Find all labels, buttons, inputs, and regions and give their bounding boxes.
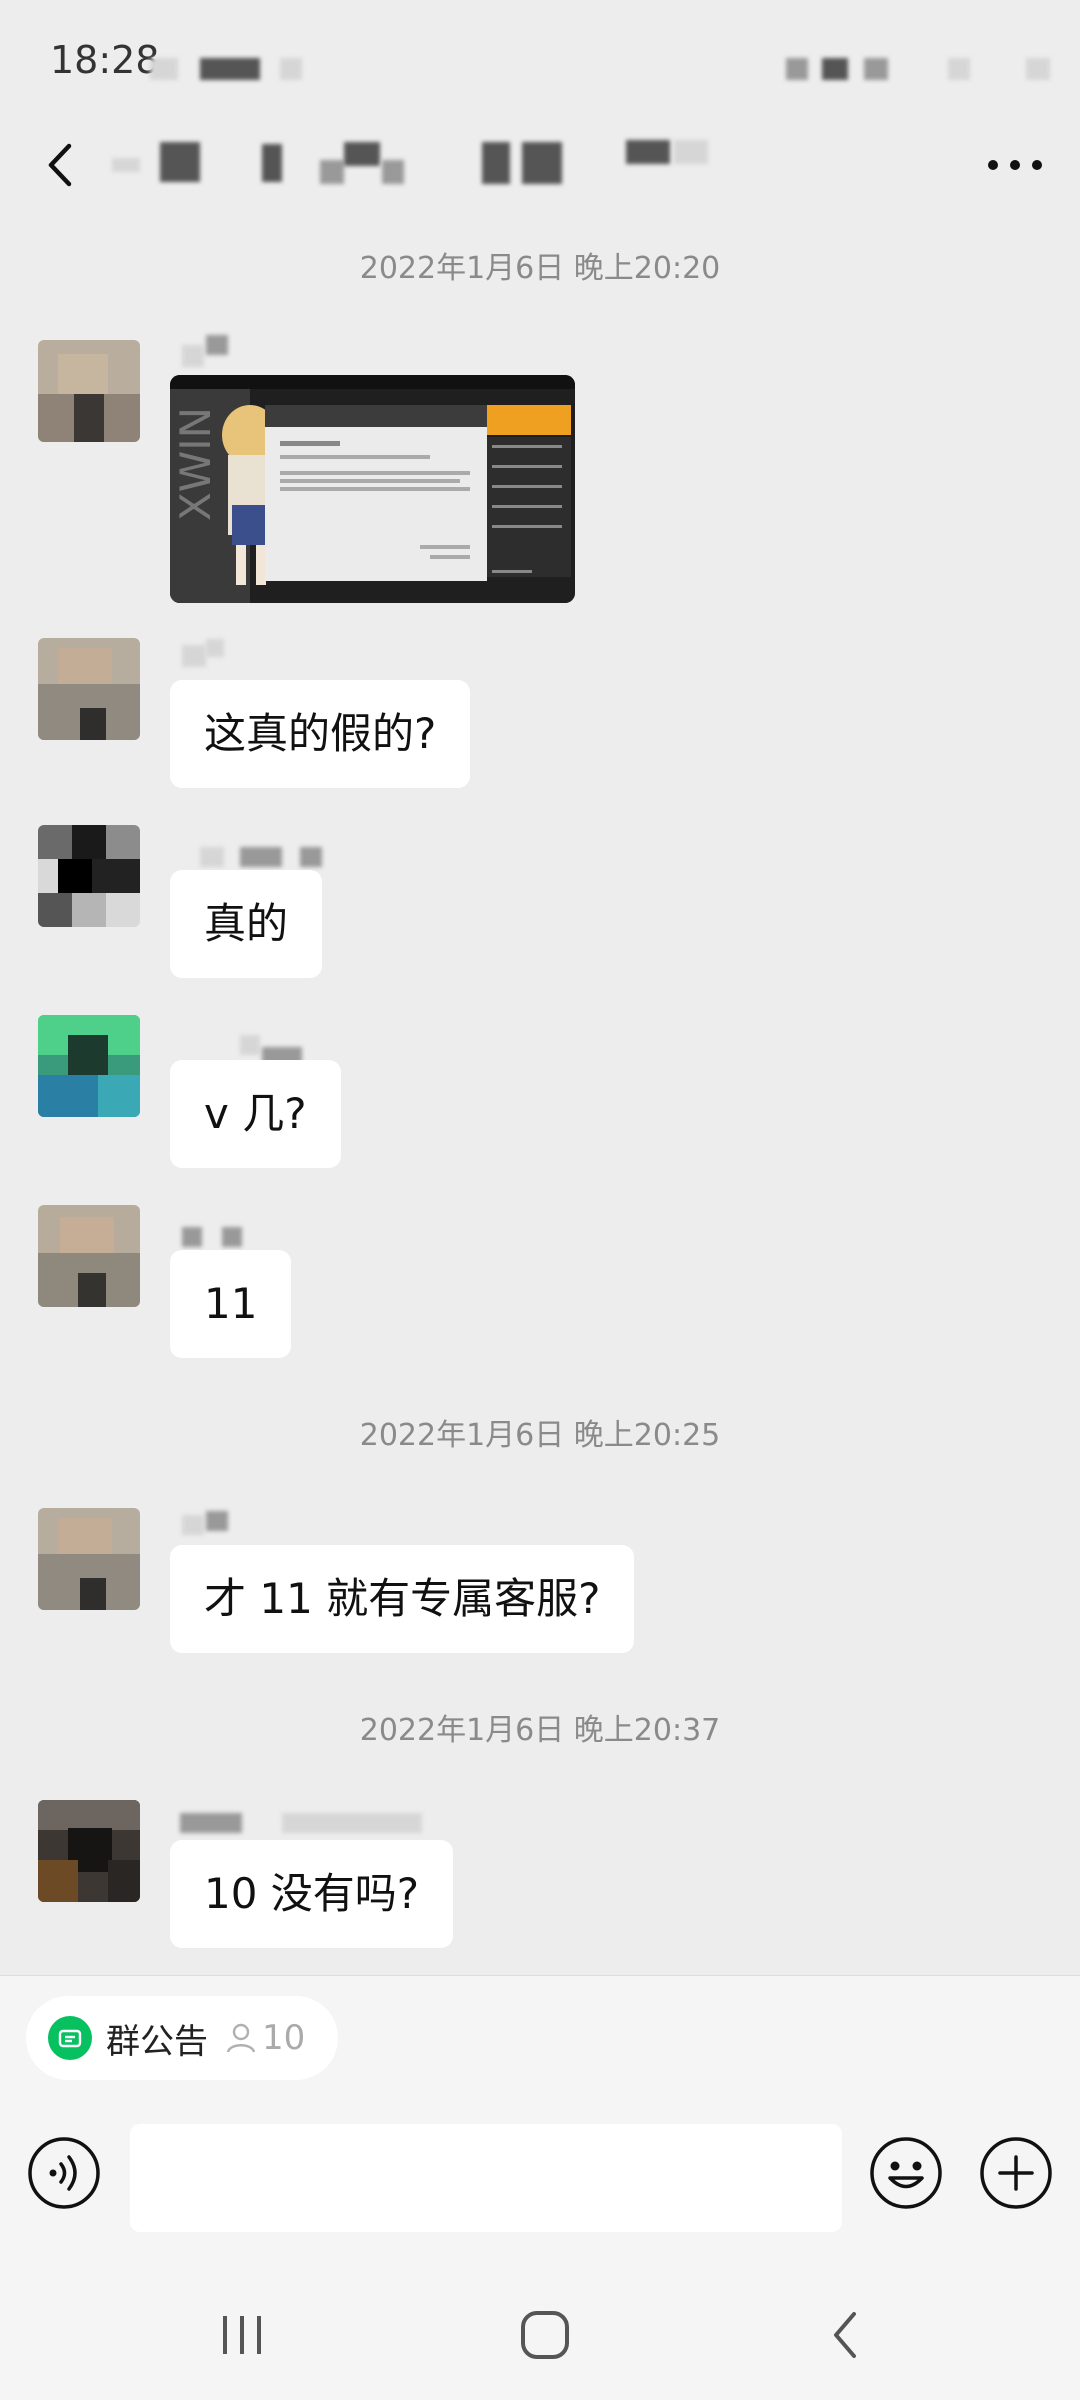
status-time: 18:28	[50, 38, 160, 82]
avatar[interactable]	[38, 340, 140, 442]
avatar[interactable]	[38, 1508, 140, 1610]
avatar[interactable]	[38, 1205, 140, 1307]
message-bubble[interactable]: v 几?	[170, 1060, 341, 1168]
status-icon-blurred	[1026, 58, 1050, 80]
message-input[interactable]	[130, 2124, 842, 2232]
back-button[interactable]	[30, 130, 90, 200]
system-back-icon	[834, 2312, 856, 2358]
status-icon-blurred	[786, 58, 808, 80]
recent-apps-icon	[223, 2316, 261, 2354]
status-icon-blurred	[822, 58, 848, 80]
avatar[interactable]	[38, 1015, 140, 1117]
status-icon-blurred	[150, 58, 178, 80]
message-bubble[interactable]: 这真的假的?	[170, 680, 471, 788]
plus-icon	[980, 2137, 1052, 2209]
avatar[interactable]	[38, 638, 140, 740]
status-icon-blurred	[948, 58, 970, 80]
member-icon	[226, 2023, 256, 2053]
message-bubble[interactable]: 11	[170, 1250, 292, 1358]
emoji-button[interactable]	[868, 2135, 944, 2211]
svg-text:XWIN: XWIN	[171, 407, 220, 521]
status-icon-blurred	[864, 58, 888, 80]
game-screenshot-image: XWIN	[170, 375, 575, 603]
more-dots-icon	[988, 160, 1042, 170]
chat-header	[0, 110, 1080, 215]
system-nav-bar	[0, 2270, 1080, 2400]
system-back-button[interactable]	[805, 2300, 885, 2370]
message-timestamp: 2022年1月6日 晚上20:37	[359, 1713, 721, 1748]
avatar[interactable]	[38, 1800, 140, 1902]
status-icon-blurred	[200, 58, 260, 80]
message-bubble[interactable]: 才 11 就有专属客服?	[170, 1545, 635, 1653]
plus-button[interactable]	[978, 2135, 1054, 2211]
home-button[interactable]	[505, 2300, 585, 2370]
avatar[interactable]	[38, 825, 140, 927]
message-timestamp: 2022年1月6日 晚上20:25	[359, 1418, 721, 1453]
voice-button[interactable]	[26, 2135, 102, 2211]
voice-icon	[28, 2137, 100, 2209]
input-row	[0, 2124, 1080, 2234]
more-button[interactable]	[980, 135, 1050, 195]
announcement-label: 群公告	[106, 2021, 208, 2062]
image-message[interactable]: XWIN	[170, 375, 575, 603]
announcement-icon	[48, 2016, 92, 2060]
group-announcement-chip[interactable]: 群公告 10	[26, 1996, 338, 2080]
emoji-icon	[870, 2137, 942, 2209]
status-icon-blurred	[280, 58, 302, 80]
message-timestamp: 2022年1月6日 晚上20:20	[359, 251, 721, 286]
member-count: 10	[262, 2018, 306, 2058]
chevron-left-icon	[48, 143, 72, 187]
message-list[interactable]: 2022年1月6日 晚上20:20 XWIN 这真的假的? 真的 v 几? 11…	[0, 215, 1080, 1975]
message-bubble[interactable]: 10 没有吗?	[170, 1840, 454, 1948]
message-bubble[interactable]: 真的	[170, 870, 323, 978]
home-icon	[521, 2311, 569, 2359]
recent-apps-button[interactable]	[202, 2300, 282, 2370]
